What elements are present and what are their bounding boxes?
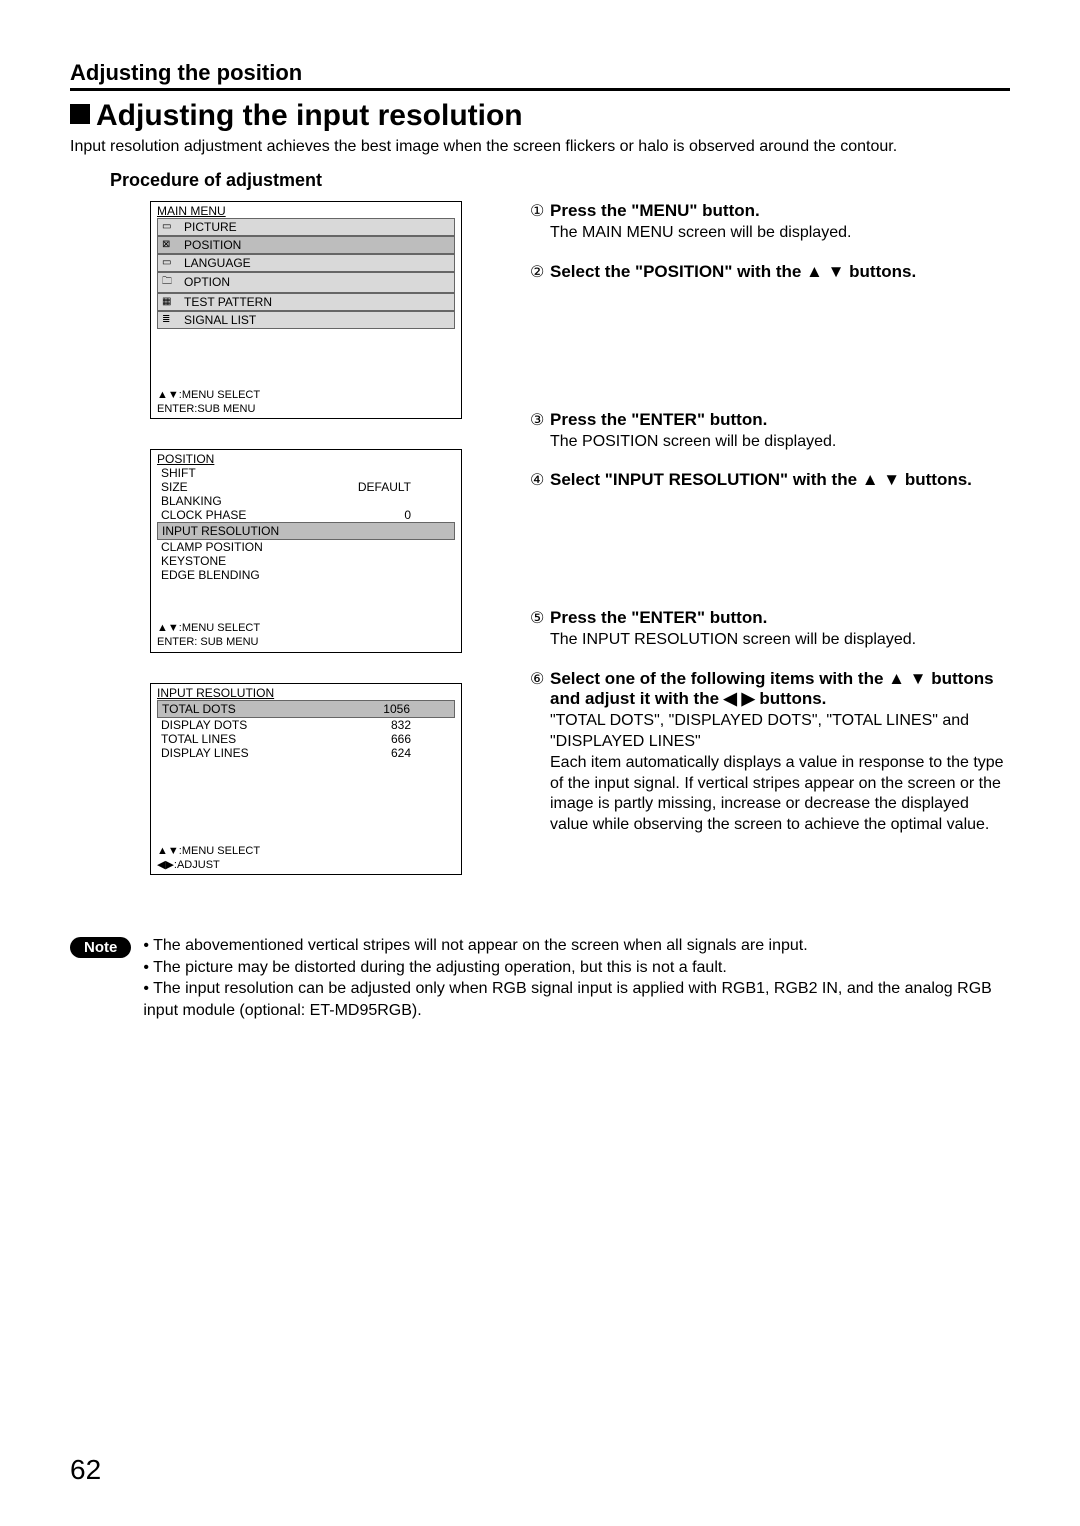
circled-2-icon: ② — [530, 262, 550, 282]
step-1: ①Press the "MENU" button. The MAIN MENU … — [530, 201, 1010, 244]
menu-item: ≣SIGNAL LIST — [157, 311, 455, 329]
note-badge: Note — [70, 937, 131, 958]
circled-4-icon: ④ — [530, 470, 550, 490]
language-icon: ▭ — [162, 257, 178, 268]
menu-item-selected: INPUT RESOLUTION — [157, 522, 455, 540]
menu-title: POSITION — [151, 450, 461, 466]
menu-item: CLAMP POSITION — [157, 540, 455, 554]
menu-item: KEYSTONE — [157, 554, 455, 568]
circled-5-icon: ⑤ — [530, 608, 550, 628]
menu-screenshot-position: POSITION SHIFT SIZEDEFAULT BLANKING CLOC… — [150, 449, 462, 653]
menu-title: INPUT RESOLUTION — [151, 684, 461, 700]
menu-item-selected: TOTAL DOTS1056 — [157, 700, 455, 718]
section-header: Adjusting the position — [70, 60, 1010, 91]
menu-item: ▭LANGUAGE — [157, 254, 455, 272]
step-body: "TOTAL DOTS", "DISPLAYED DOTS", "TOTAL L… — [550, 711, 1010, 836]
menu-item: SHIFT — [157, 466, 455, 480]
menu-item: TOTAL LINES666 — [157, 732, 455, 746]
menu-footer: ▲▼:MENU SELECT ENTER:SUB MENU — [151, 389, 461, 417]
menu-item: CLOCK PHASE0 — [157, 508, 455, 522]
menu-item: ▭PICTURE — [157, 218, 455, 236]
title-text: Adjusting the input resolution — [96, 99, 523, 132]
note-list: • The abovementioned vertical stripes wi… — [143, 935, 1010, 1021]
menu-screenshot-main: MAIN MENU ▭PICTURE ⊠POSITION ▭LANGUAGE 🗀… — [150, 201, 462, 420]
menu-footer: ▲▼:MENU SELECT ENTER: SUB MENU — [151, 622, 461, 650]
note-item: • The input resolution can be adjusted o… — [143, 978, 1010, 1021]
menu-item-selected: ⊠POSITION — [157, 236, 455, 254]
menu-title: MAIN MENU — [151, 202, 461, 218]
menu-item: DISPLAY LINES624 — [157, 746, 455, 760]
circled-1-icon: ① — [530, 201, 550, 221]
list-icon: ≣ — [162, 314, 178, 325]
intro-text: Input resolution adjustment achieves the… — [70, 137, 1010, 158]
pattern-icon: ▦ — [162, 296, 178, 307]
menu-item: ▦TEST PATTERN — [157, 293, 455, 311]
step-body: The MAIN MENU screen will be displayed. — [550, 223, 1010, 244]
step-5: ⑤Press the "ENTER" button. The INPUT RES… — [530, 608, 1010, 651]
option-icon: 🗀 — [162, 274, 178, 291]
menu-item: DISPLAY DOTS832 — [157, 718, 455, 732]
square-bullet-icon — [70, 104, 90, 124]
page-number: 62 — [70, 1454, 101, 1486]
menu-item: EDGE BLENDING — [157, 568, 455, 582]
step-3: ③Press the "ENTER" button. The POSITION … — [530, 410, 1010, 453]
note-item: • The picture may be distorted during th… — [143, 957, 1010, 979]
position-icon: ⊠ — [162, 239, 178, 250]
menu-screenshot-input-res: INPUT RESOLUTION TOTAL DOTS1056 DISPLAY … — [150, 683, 462, 876]
step-body: The INPUT RESOLUTION screen will be disp… — [550, 630, 1010, 651]
procedure-heading: Procedure of adjustment — [110, 170, 1010, 191]
page-title: Adjusting the input resolution — [70, 99, 1010, 133]
circled-6-icon: ⑥ — [530, 669, 550, 689]
picture-icon: ▭ — [162, 221, 178, 232]
note-section: Note • The abovementioned vertical strip… — [70, 935, 1010, 1021]
step-body: The POSITION screen will be displayed. — [550, 432, 1010, 453]
note-item: • The abovementioned vertical stripes wi… — [143, 935, 1010, 957]
menu-footer: ▲▼:MENU SELECT ◀▶:ADJUST — [151, 845, 461, 873]
menu-item: 🗀OPTION — [157, 272, 455, 293]
circled-3-icon: ③ — [530, 410, 550, 430]
step-2: ②Select the "POSITION" with the ▲ ▼ butt… — [530, 262, 1010, 282]
menu-item: BLANKING — [157, 494, 455, 508]
step-4: ④Select "INPUT RESOLUTION" with the ▲ ▼ … — [530, 470, 1010, 490]
menu-item: SIZEDEFAULT — [157, 480, 455, 494]
step-6: ⑥Select one of the following items with … — [530, 669, 1010, 836]
